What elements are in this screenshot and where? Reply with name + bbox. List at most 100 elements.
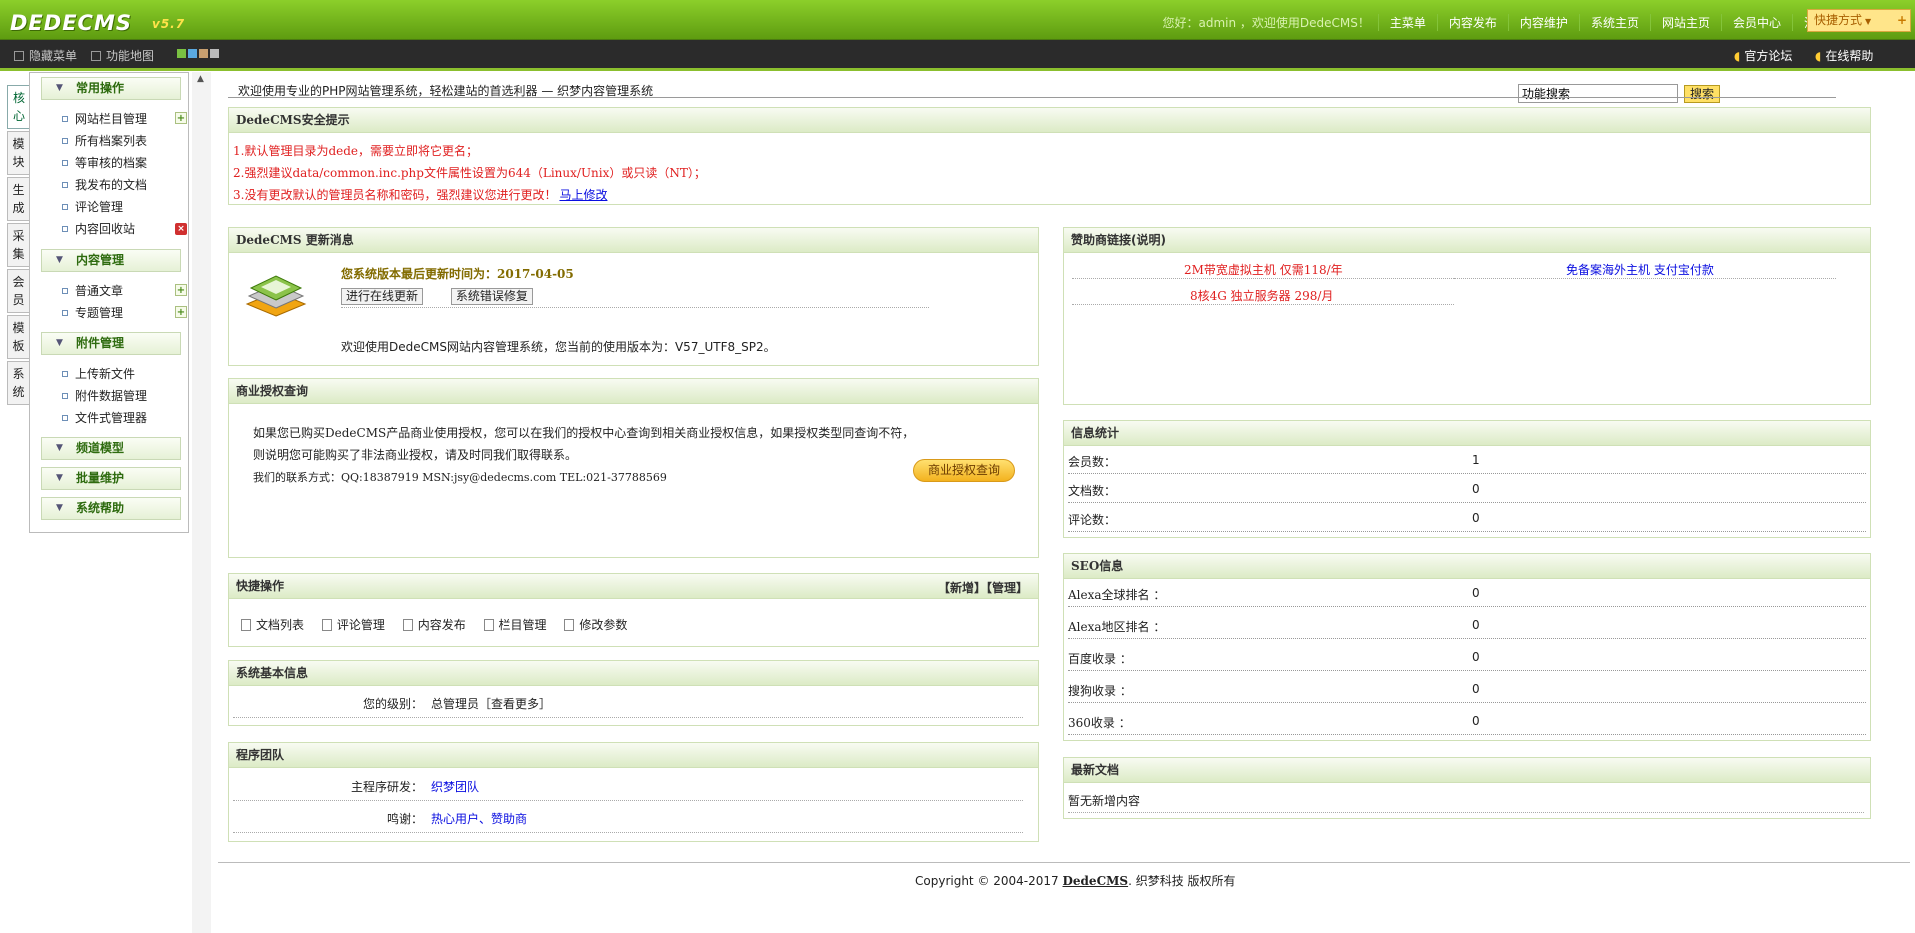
menu-item-pending[interactable]: 等审核的档案 (62, 154, 147, 172)
sponsor-link-2[interactable]: 免备案海外主机 支付宝付款 (1566, 261, 1714, 278)
search-button[interactable]: 搜索 (1684, 85, 1720, 103)
panel-title: 信息统计 (1064, 421, 1870, 446)
sponsor-panel: 赞助商链接(说明) 2M带宽虚拟主机 仅需118/年 免备案海外主机 支付宝付款… (1063, 227, 1871, 405)
official-forum-link[interactable]: ◖ 官方论坛 (1734, 47, 1792, 64)
tab-generate[interactable]: 生成 (7, 177, 30, 221)
skin-brown-swatch[interactable] (199, 49, 208, 58)
chevron-down-icon: ▼ (56, 255, 63, 265)
add-manage-links[interactable]: 【新增】【管理】 (938, 579, 1028, 596)
info-label: 评论数： (1068, 513, 1117, 527)
bullet-icon (62, 226, 68, 232)
info-row: 会员数： 1 (1068, 447, 1866, 474)
function-map-link[interactable]: 功能地图 (91, 47, 154, 64)
security-tip-3: 3.没有更改默认的管理员名称和密码，强烈建议您进行更改！ 马上修改 (233, 188, 608, 202)
forum-icon: ◖ (1734, 49, 1741, 63)
info-value: 0 (1472, 586, 1480, 600)
menu-item-comments[interactable]: 评论管理 (62, 198, 123, 216)
quick-doc-list[interactable]: 文档列表 (241, 616, 304, 633)
bullet-icon (62, 204, 68, 210)
menu-group-help[interactable]: ▼ 系统帮助 (41, 497, 181, 520)
quick-settings[interactable]: 修改参数 (564, 616, 627, 633)
menu-group-attachment[interactable]: ▼ 附件管理 (41, 332, 181, 355)
nav-content-maintain[interactable]: 内容维护 (1507, 14, 1579, 31)
quick-columns[interactable]: 栏目管理 (483, 616, 547, 633)
chevron-down-icon: ▼ (56, 473, 63, 483)
change-now-link[interactable]: 马上修改 (559, 188, 607, 202)
sysinfo-panel: 系统基本信息 您的级别： 总管理员［查看更多］ (228, 660, 1039, 726)
menu-item-topic[interactable]: 专题管理 (62, 304, 123, 322)
security-panel: DedeCMS安全提示 1.默认管理目录为dede，需要立即将它更名； 2.强烈… (228, 107, 1871, 205)
info-row: Alexa地区排名 ： 0 (1068, 612, 1866, 639)
tab-collect[interactable]: 采集 (7, 223, 30, 267)
nav-system-home[interactable]: 系统主页 (1578, 14, 1650, 31)
menu-splitter[interactable]: ▲ (192, 72, 211, 933)
repair-button[interactable]: 系统错误修复 (450, 288, 533, 305)
nav-member-center[interactable]: 会员中心 (1720, 14, 1792, 31)
info-value: 0 (1472, 682, 1480, 696)
info-label: 360收录 ： (1068, 716, 1131, 730)
panel-title: DedeCMS 更新消息 (229, 228, 1038, 253)
last-update-text: 您系统版本最后更新时间为：2017-04-05 (341, 267, 574, 281)
menu-item-all-archives[interactable]: 所有档案列表 (62, 132, 147, 150)
header-divider (0, 68, 1915, 71)
menu-group-batch[interactable]: ▼ 批量维护 (41, 467, 181, 490)
quick-comments[interactable]: 评论管理 (321, 616, 385, 633)
tab-member[interactable]: 会员 (7, 269, 30, 313)
skin-gray-swatch[interactable] (210, 49, 219, 58)
dev-link[interactable]: 织梦团队 (431, 778, 479, 795)
online-help-link[interactable]: ◖ 在线帮助 (1815, 47, 1873, 64)
sponsor-link-3[interactable]: 8核4G 独立服务器 298/月 (1190, 287, 1333, 304)
menu-toggle-icon (14, 51, 24, 61)
team-row-dev: 主程序研发： 织梦团队 (233, 770, 1023, 801)
tab-module[interactable]: 模块 (7, 131, 30, 175)
panel-title: 最新文档 (1064, 758, 1870, 783)
sub-toolbar: 隐藏菜单 功能地图 搜索 ◖官方论坛 ◖在线帮助 (0, 40, 1915, 103)
menu-item-columns[interactable]: 网站栏目管理 (62, 110, 147, 128)
sponsor-link-1[interactable]: 2M带宽虚拟主机 仅需118/年 (1184, 261, 1343, 278)
quick-menu-button[interactable]: 快捷方式 ▼ + (1807, 9, 1911, 32)
license-query-button[interactable]: 商业授权查询 (913, 459, 1015, 482)
tab-core[interactable]: 核心 (7, 85, 30, 129)
thanks-link[interactable]: 热心用户、赞助商 (431, 810, 527, 827)
info-label: 百度收录 ： (1068, 652, 1132, 666)
chevron-down-icon: ▼ (1865, 17, 1872, 26)
dedecms-logo[interactable]: DEDECMS v5.7 (10, 11, 184, 35)
menu-item-file-manager[interactable]: 文件式管理器 (62, 409, 147, 427)
menu-group-channel[interactable]: ▼ 频道模型 (41, 437, 181, 460)
menu-item-article[interactable]: 普通文章 (62, 282, 123, 300)
bullet-icon (62, 182, 68, 188)
menu-item-attach-data[interactable]: 附件数据管理 (62, 387, 147, 405)
menu-item-my-docs[interactable]: 我发布的文档 (62, 176, 147, 194)
menu-group-common[interactable]: ▼ 常用操作 (41, 77, 181, 100)
panel-title[interactable]: 赞助商链接(说明) (1064, 228, 1870, 253)
function-search-input[interactable] (1518, 84, 1678, 103)
panel-title: 程序团队 (229, 743, 1038, 768)
add-article-icon[interactable]: + (175, 284, 187, 296)
nav-site-home[interactable]: 网站主页 (1649, 14, 1721, 31)
info-value: 0 (1472, 714, 1480, 728)
bullet-icon (62, 288, 68, 294)
team-row-thanks: 鸣谢： 热心用户、赞助商 (233, 803, 1023, 833)
level-value[interactable]: 总管理员［查看更多］ (431, 695, 551, 712)
recycle-bin-icon[interactable]: × (175, 223, 187, 235)
nav-main-menu[interactable]: 主菜单 (1377, 14, 1437, 31)
info-label: 搜狗收录 ： (1068, 684, 1132, 698)
menu-group-content[interactable]: ▼ 内容管理 (41, 249, 181, 272)
chevron-down-icon: ▼ (56, 83, 63, 93)
skin-green-swatch[interactable] (177, 49, 186, 58)
skin-blue-swatch[interactable] (188, 49, 197, 58)
menu-item-upload[interactable]: 上传新文件 (62, 365, 135, 383)
hide-menu-link[interactable]: 隐藏菜单 (14, 47, 77, 64)
online-update-button[interactable]: 进行在线更新 (341, 288, 424, 305)
tab-template[interactable]: 模板 (7, 315, 30, 359)
quick-publish[interactable]: 内容发布 (402, 616, 466, 633)
add-topic-icon[interactable]: + (175, 306, 187, 318)
latest-empty-text: 暂无新增内容 (1068, 794, 1141, 808)
comment-icon (321, 619, 332, 631)
menu-item-recycle[interactable]: 内容回收站 (62, 220, 135, 238)
nav-content-publish[interactable]: 内容发布 (1436, 14, 1508, 31)
add-column-icon[interactable]: + (175, 112, 187, 124)
info-value: 1 (1472, 453, 1480, 467)
dedecms-brand-link[interactable]: DedeCMS (1063, 874, 1129, 888)
tab-system[interactable]: 系统 (7, 361, 30, 405)
